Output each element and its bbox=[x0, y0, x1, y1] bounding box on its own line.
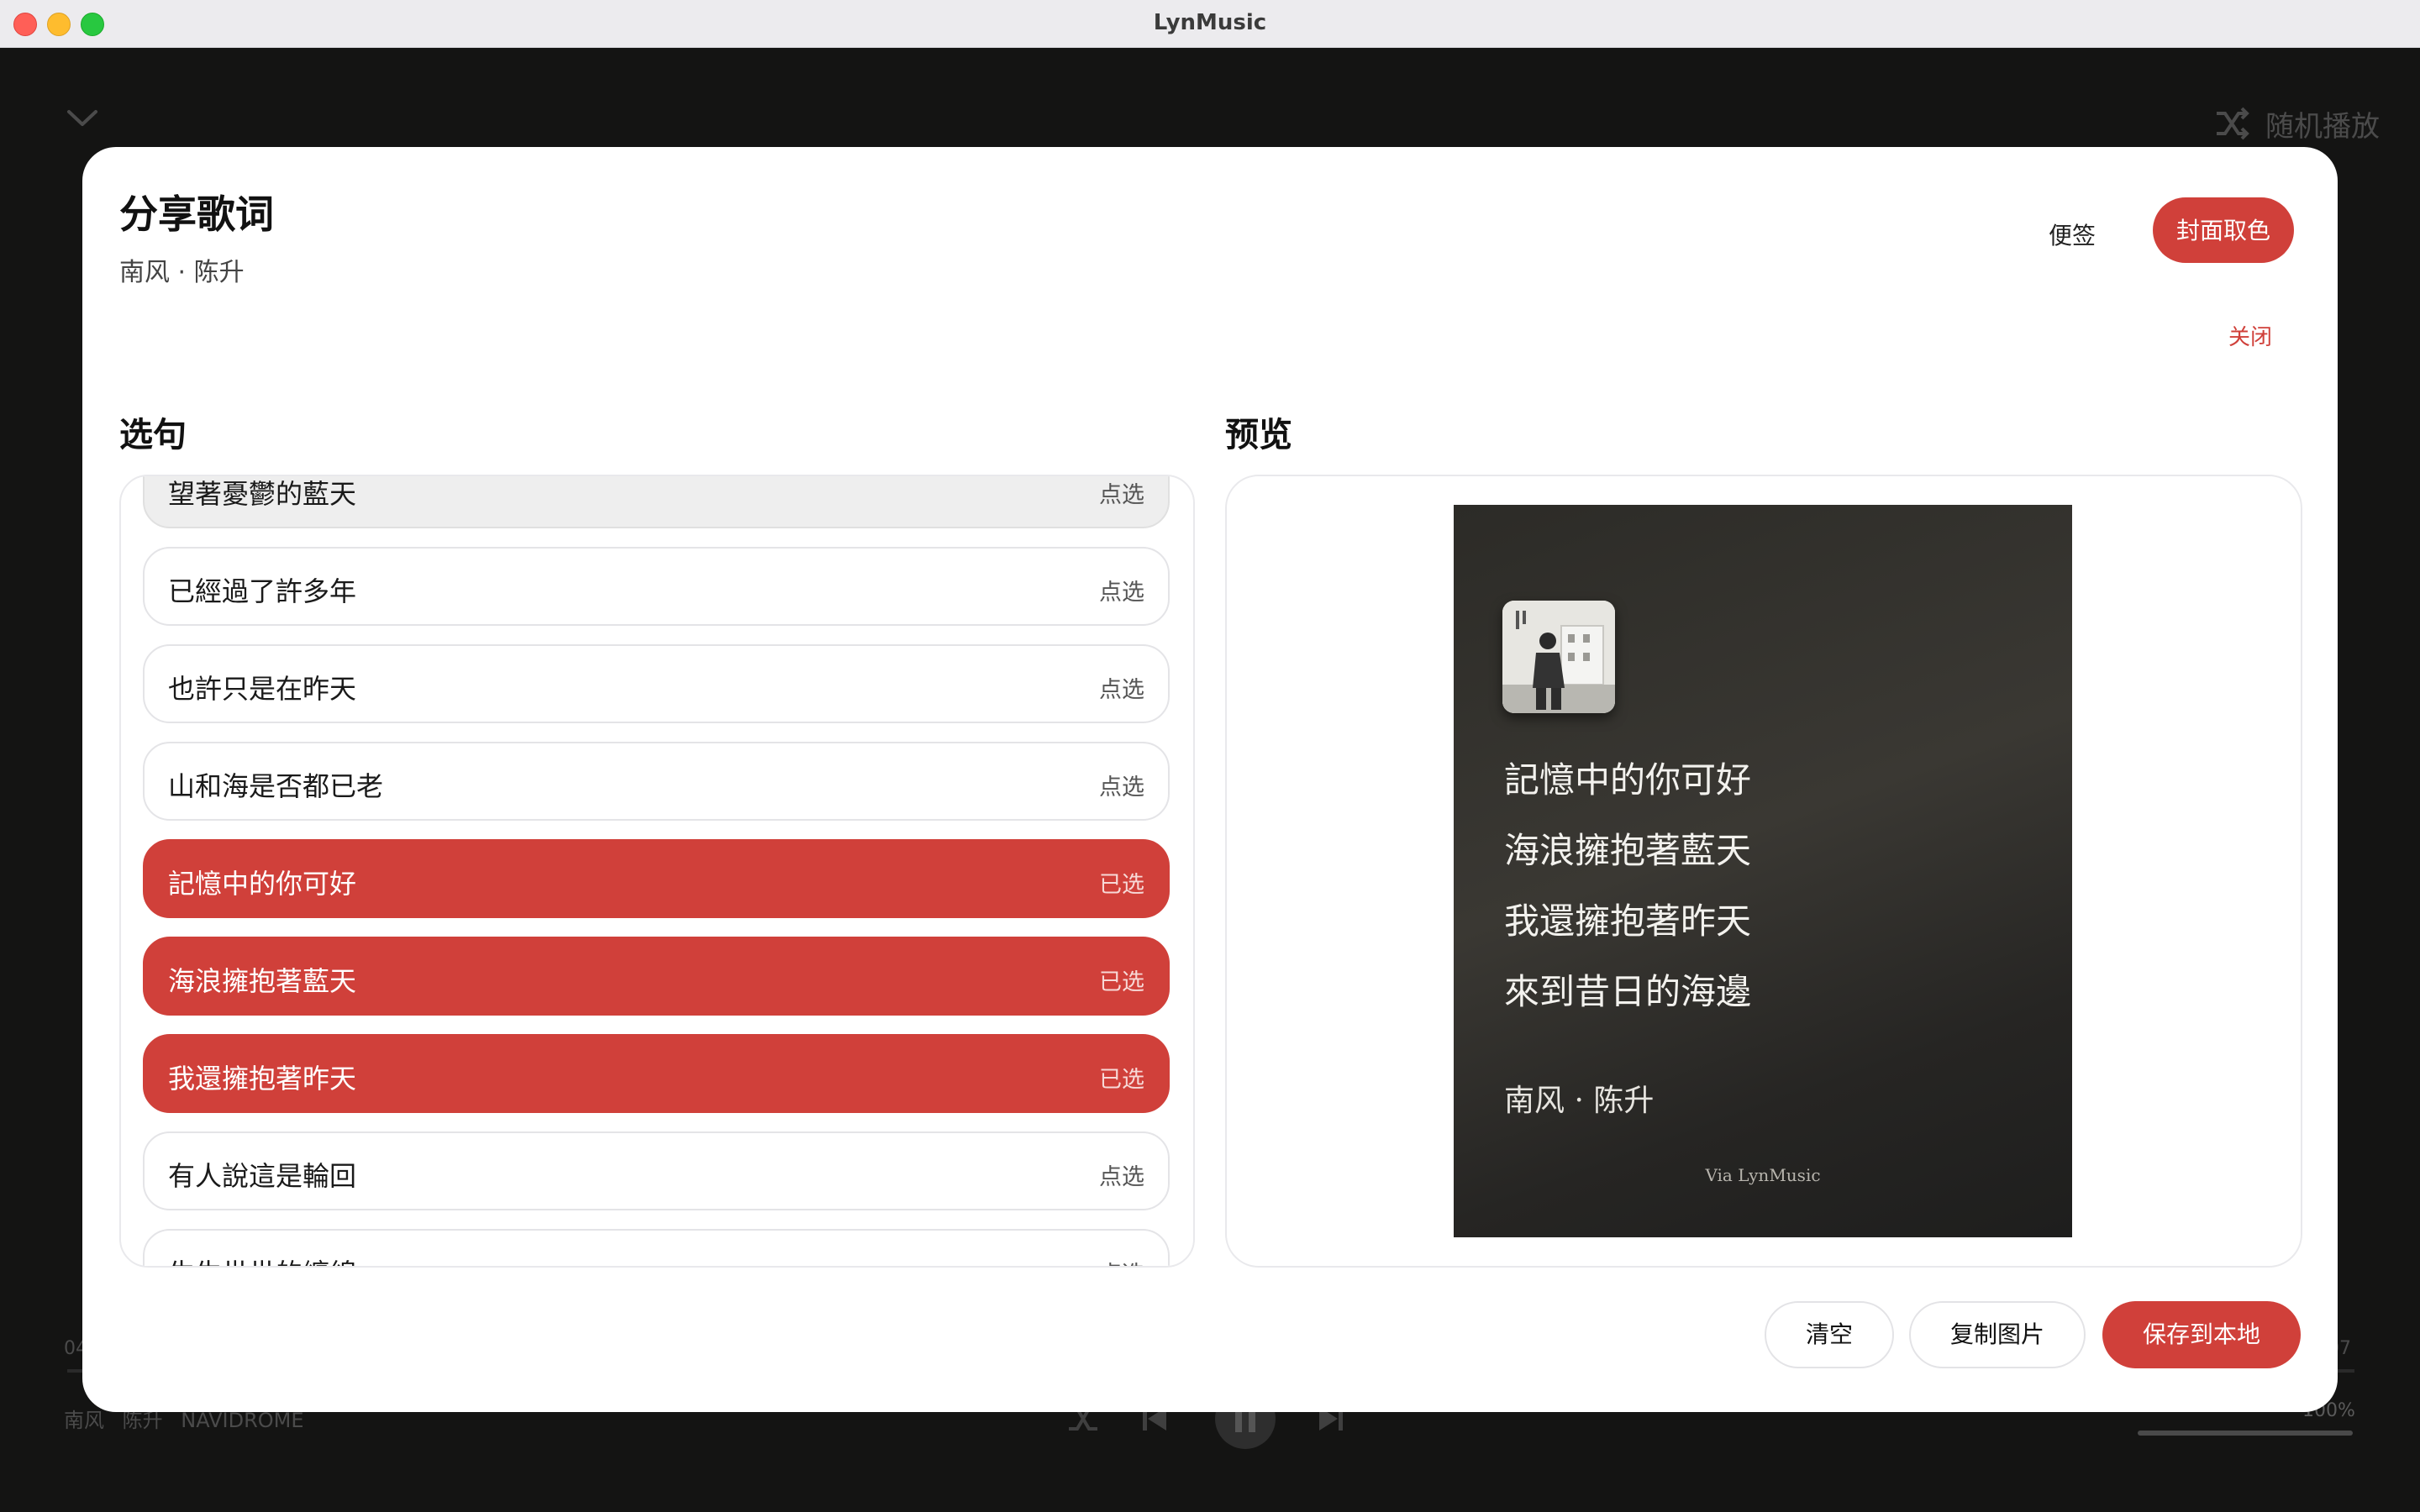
close-button[interactable]: 关闭 bbox=[2228, 320, 2272, 351]
lyric-line-action: 点选 bbox=[1099, 580, 1144, 606]
now-playing-artist: 陈升 bbox=[122, 1409, 163, 1432]
dialog-title: 分享歌词 bbox=[119, 192, 274, 237]
lyric-line-item[interactable]: 有人說這是輪回 点选 bbox=[143, 1131, 1170, 1210]
clear-button[interactable]: 清空 bbox=[1765, 1301, 1894, 1368]
lyric-line-action: 已选 bbox=[1099, 969, 1144, 995]
lyric-line-text: 山和海是否都已老 bbox=[168, 770, 384, 802]
lyric-line-action: 点选 bbox=[1099, 1164, 1144, 1190]
lyric-line-action: 点选 bbox=[1099, 677, 1144, 703]
card-lyric-line: 海浪擁抱著藍天 bbox=[1504, 830, 1752, 871]
save-to-local-button[interactable]: 保存到本地 bbox=[2102, 1301, 2301, 1368]
card-song-credit: 南风 · 陈升 bbox=[1504, 1084, 1655, 1118]
lyric-line-text: 望著憂鬱的藍天 bbox=[168, 478, 357, 510]
card-watermark: Via LynMusic bbox=[1705, 1165, 1821, 1185]
lyric-line-text: 也許只是在昨天 bbox=[168, 673, 357, 705]
chevron-down-icon[interactable] bbox=[66, 108, 99, 129]
lyric-line-action: 点选 bbox=[1099, 1256, 1144, 1266]
lyric-line-text: 海浪擁抱著藍天 bbox=[168, 965, 357, 997]
lyric-line-text: 記憶中的你可好 bbox=[168, 868, 357, 900]
share-lyrics-dialog: 分享歌词 南风 · 陈升 便签 封面取色 关闭 选句 预览 望著憂鬱的藍天 点选… bbox=[82, 147, 2338, 1412]
lyric-line-list[interactable]: 望著憂鬱的藍天 点选 已經過了許多年 点选 也許只是在昨天 点选 山和海是否都已… bbox=[119, 475, 1195, 1268]
sticky-note-style-button[interactable]: 便签 bbox=[2049, 218, 2096, 251]
select-lines-heading: 选句 bbox=[119, 416, 187, 454]
now-playing-source: NAVIDROME bbox=[181, 1409, 304, 1432]
lyric-line-item[interactable]: 望著憂鬱的藍天 点选 bbox=[143, 476, 1170, 528]
lyric-line-item[interactable]: 也許只是在昨天 点选 bbox=[143, 644, 1170, 723]
window-title: LynMusic bbox=[1153, 10, 1267, 35]
lyric-line-item-selected[interactable]: 海浪擁抱著藍天 已选 bbox=[143, 937, 1170, 1016]
album-cover-image bbox=[1502, 601, 1615, 713]
volume-slider[interactable] bbox=[2138, 1431, 2353, 1436]
preview-panel: 記憶中的你可好 海浪擁抱著藍天 我還擁抱著昨天 來到昔日的海邊 南风 · 陈升 … bbox=[1225, 475, 2302, 1268]
now-playing-song: 南风 bbox=[64, 1409, 104, 1432]
lyric-line-item-selected[interactable]: 記憶中的你可好 已选 bbox=[143, 839, 1170, 918]
lyric-share-card: 記憶中的你可好 海浪擁抱著藍天 我還擁抱著昨天 來到昔日的海邊 南风 · 陈升 … bbox=[1454, 505, 2072, 1237]
card-lyric-line: 記憶中的你可好 bbox=[1504, 759, 1752, 801]
shuffle-icon[interactable] bbox=[2213, 107, 2250, 140]
lyric-line-item[interactable]: 山和海是否都已老 点选 bbox=[143, 742, 1170, 821]
dialog-subtitle: 南风 · 陈升 bbox=[119, 258, 245, 287]
shuffle-mode-label[interactable]: 随机播放 bbox=[2265, 103, 2380, 144]
lyric-line-text: 我還擁抱著昨天 bbox=[168, 1063, 357, 1095]
lyric-line-action: 已选 bbox=[1099, 872, 1144, 898]
lyric-line-text: 已經過了許多年 bbox=[168, 575, 357, 607]
lyric-line-action: 点选 bbox=[1099, 774, 1144, 801]
window-titlebar: LynMusic bbox=[0, 0, 2420, 48]
preview-heading: 预览 bbox=[1225, 416, 1292, 454]
lyric-line-text: 有人說這是輪回 bbox=[168, 1160, 357, 1192]
album-cover bbox=[1502, 601, 1615, 713]
copy-image-button[interactable]: 复制图片 bbox=[1909, 1301, 2086, 1368]
cover-color-button[interactable]: 封面取色 bbox=[2153, 197, 2294, 263]
lyric-line-text: 生生世世的纏綿 bbox=[168, 1252, 356, 1266]
lyric-line-item-selected[interactable]: 我還擁抱著昨天 已选 bbox=[143, 1034, 1170, 1113]
lyric-line-item[interactable]: 生生世世的纏綿 点选 bbox=[143, 1229, 1170, 1266]
card-lyric-line: 我還擁抱著昨天 bbox=[1504, 900, 1752, 942]
lyric-line-action: 已选 bbox=[1099, 1067, 1144, 1093]
card-lyric-line: 來到昔日的海邊 bbox=[1504, 971, 1752, 1012]
lyric-line-item[interactable]: 已經過了許多年 点选 bbox=[143, 547, 1170, 626]
card-lyric-lines: 記憶中的你可好 海浪擁抱著藍天 我還擁抱著昨天 來到昔日的海邊 bbox=[1504, 745, 1751, 1027]
lyric-line-action: 点选 bbox=[1099, 482, 1144, 508]
